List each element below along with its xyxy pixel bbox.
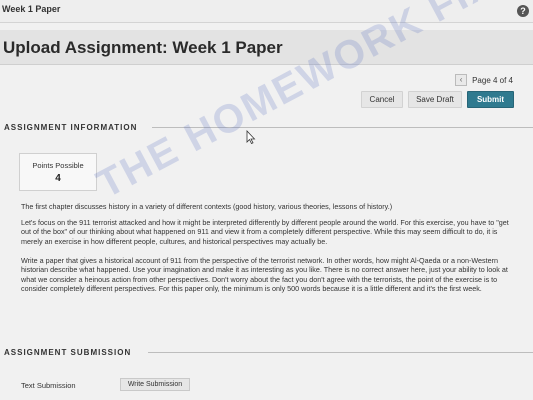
submit-button[interactable]: Submit	[467, 91, 514, 108]
title-bar: Upload Assignment: Week 1 Paper	[0, 30, 533, 65]
breadcrumb[interactable]: Week 1 Paper	[2, 4, 60, 14]
points-possible-value: 4	[55, 173, 61, 184]
help-icon[interactable]: ?	[517, 5, 529, 17]
points-possible-box: Points Possible 4	[19, 153, 97, 191]
pager: ‹ Page 4 of 4	[455, 74, 513, 86]
cancel-button[interactable]: Cancel	[361, 91, 403, 108]
assignment-information-heading: ASSIGNMENT INFORMATION	[4, 123, 138, 132]
instructions-paragraph: Write a paper that gives a historical ac…	[21, 256, 508, 294]
assignment-submission-heading: ASSIGNMENT SUBMISSION	[4, 348, 132, 357]
section-divider	[148, 352, 533, 353]
previous-page-icon[interactable]: ‹	[455, 74, 468, 86]
instructions-paragraph: Let's focus on the 911 terrorist attacke…	[21, 218, 509, 246]
page-title: Upload Assignment: Week 1 Paper	[3, 38, 283, 57]
instructions-paragraph: The first chapter discusses history in a…	[21, 202, 393, 211]
write-submission-button[interactable]: Write Submission	[120, 378, 190, 391]
points-possible-label: Points Possible	[32, 161, 84, 170]
text-submission-label: Text Submission	[21, 381, 76, 390]
save-draft-button[interactable]: Save Draft	[408, 91, 462, 108]
page-indicator: Page 4 of 4	[472, 75, 513, 85]
